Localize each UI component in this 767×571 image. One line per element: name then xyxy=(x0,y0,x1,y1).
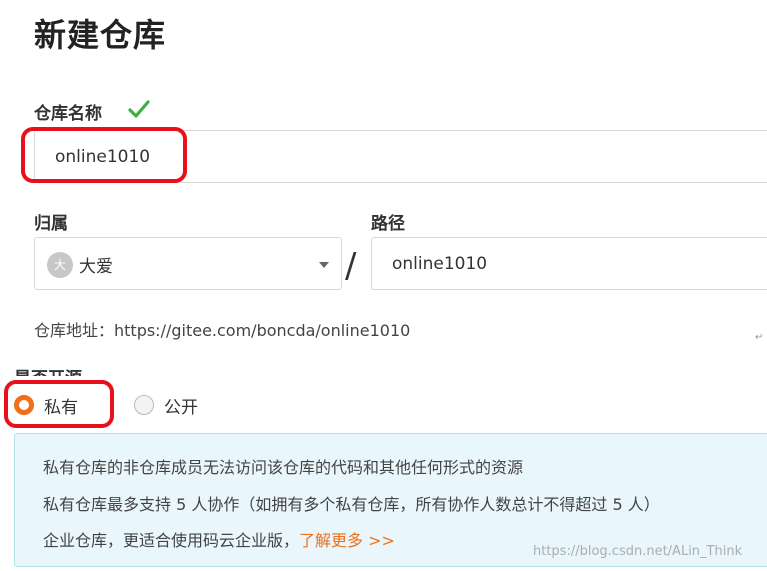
new-repository-page: 新建仓库 仓库名称 归属 路径 大 大爱 / 仓库地址：https://gite… xyxy=(0,0,767,571)
open-source-label: 是否开源 xyxy=(14,364,82,376)
path-separator: / xyxy=(345,246,357,286)
info-line-3: 企业仓库，更适合使用码云企业版，了解更多 >> xyxy=(43,527,395,551)
avatar: 大 xyxy=(47,252,73,278)
radio-private-label[interactable]: 私有 xyxy=(44,393,78,418)
path-label: 路径 xyxy=(371,214,405,234)
watermark: https://blog.csdn.net/ALin_Think xyxy=(533,544,743,559)
info-line-2: 私有仓库最多支持 5 人协作（如拥有多个私有仓库，所有协作人数总计不得超过 5 … xyxy=(43,495,660,514)
owner-label: 归属 xyxy=(34,214,68,234)
return-arrow-icon: ↵ xyxy=(755,332,764,343)
page-title: 新建仓库 xyxy=(34,16,167,54)
radio-public[interactable]: 公开 xyxy=(134,393,198,418)
radio-checked-icon[interactable] xyxy=(14,395,34,415)
info-line-3-text: 企业仓库，更适合使用码云企业版， xyxy=(43,531,300,550)
radio-private[interactable]: 私有 xyxy=(14,393,78,418)
radio-public-label[interactable]: 公开 xyxy=(164,393,198,418)
repo-address: 仓库地址：https://gitee.com/boncda/online1010 xyxy=(34,321,411,340)
radio-unchecked-icon[interactable] xyxy=(134,395,154,415)
chevron-down-icon xyxy=(319,262,329,268)
check-icon xyxy=(128,100,150,118)
owner-select[interactable]: 大 大爱 xyxy=(34,237,342,290)
info-line-1: 私有仓库的非仓库成员无法访问该仓库的代码和其他任何形式的资源 xyxy=(43,458,524,477)
owner-name: 大爱 xyxy=(79,257,113,277)
learn-more-link[interactable]: 了解更多 >> xyxy=(299,531,395,550)
repo-name-input[interactable] xyxy=(34,130,767,183)
path-input[interactable] xyxy=(371,237,767,290)
repo-name-label: 仓库名称 xyxy=(34,104,102,124)
